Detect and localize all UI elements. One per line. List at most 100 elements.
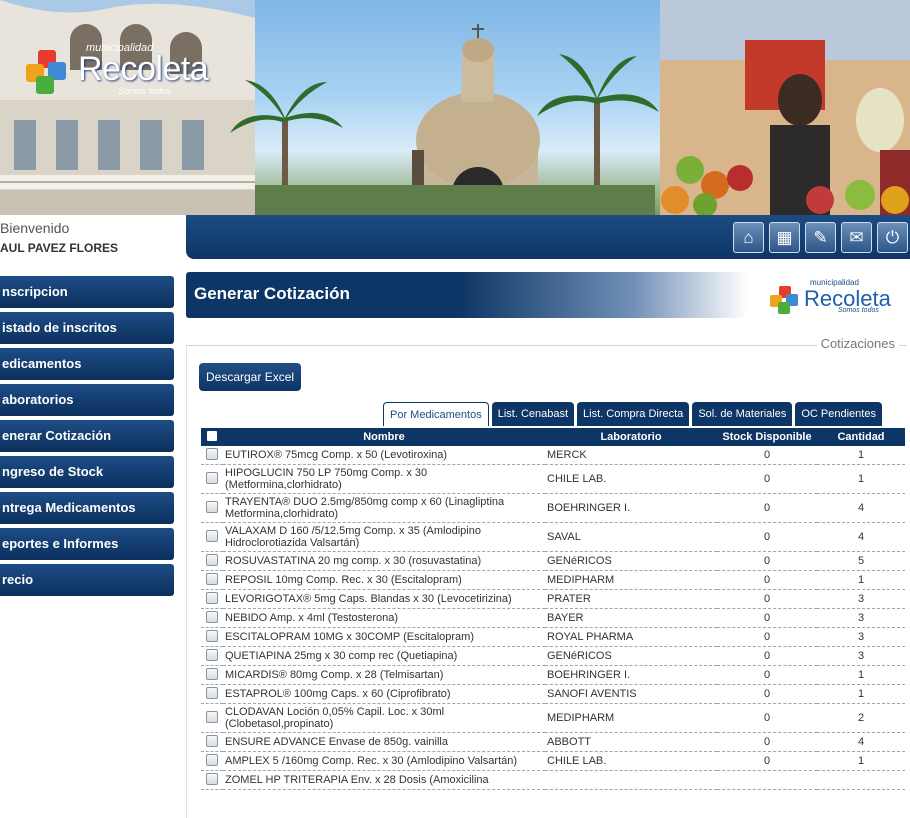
row-select-cell xyxy=(201,551,223,571)
cell-nombre: AMPLEX 5 /160mg Comp. Rec. x 30 (Amlodip… xyxy=(223,751,545,771)
row-select-cell xyxy=(201,751,223,771)
table-row: AMPLEX 5 /160mg Comp. Rec. x 30 (Amlodip… xyxy=(201,751,905,771)
cell-laboratorio: GENéRICOS xyxy=(545,646,717,666)
table-row: EUTIROX® 75mcg Comp. x 50 (Levotiroxina)… xyxy=(201,446,905,465)
cell-laboratorio: CHILE LAB. xyxy=(545,751,717,771)
row-select-cell xyxy=(201,464,223,494)
welcome-text: Bienvenido xyxy=(0,220,70,236)
cell-stock: 0 xyxy=(717,646,817,666)
row-checkbox[interactable] xyxy=(206,710,218,723)
sitemap-icon[interactable]: ▦ xyxy=(769,222,800,253)
row-select-cell xyxy=(201,493,223,523)
row-select-cell xyxy=(201,570,223,590)
cell-cantidad: 3 xyxy=(817,589,905,609)
cell-laboratorio: CHILE LAB. xyxy=(545,464,717,494)
column-header-laboratorio[interactable]: Laboratorio xyxy=(545,428,717,446)
row-select-cell xyxy=(201,627,223,647)
cell-stock: 0 xyxy=(717,551,817,571)
row-select-cell xyxy=(201,522,223,552)
row-checkbox[interactable] xyxy=(206,648,218,661)
tab-list-cenabast[interactable]: List. Cenabast xyxy=(491,402,575,426)
cotizaciones-panel: Cotizaciones Descargar Excel Por Medicam… xyxy=(186,336,907,818)
cell-cantidad: 1 xyxy=(817,684,905,704)
tab-list-compra-directa[interactable]: List. Compra Directa xyxy=(577,402,690,426)
page-title: Generar Cotización xyxy=(194,284,350,303)
sidebar-item-medicamentos[interactable]: edicamentos xyxy=(0,348,174,380)
row-checkbox[interactable] xyxy=(206,667,218,680)
banner-photo-collage xyxy=(0,0,910,215)
row-select-cell xyxy=(201,703,223,733)
cell-nombre: LEVORIGOTAX® 5mg Caps. Blandas x 30 (Lev… xyxy=(223,589,545,609)
mail-icon[interactable]: ✉ xyxy=(841,222,872,253)
sidebar-item-generar-cotizacion[interactable]: enerar Cotización xyxy=(0,420,174,452)
row-select-cell xyxy=(201,646,223,666)
row-checkbox[interactable] xyxy=(206,610,218,623)
tab-oc-pendientes[interactable]: OC Pendientes xyxy=(795,402,882,426)
logo-cubes-icon xyxy=(26,50,70,94)
cell-laboratorio: PRATER xyxy=(545,589,717,609)
cell-cantidad: 1 xyxy=(817,751,905,771)
select-all-header xyxy=(201,428,223,446)
cell-cantidad: 3 xyxy=(817,646,905,666)
column-header-stock[interactable]: Stock Disponible xyxy=(717,428,817,446)
home-icon[interactable]: ⌂ xyxy=(733,222,764,253)
row-checkbox[interactable] xyxy=(206,772,218,785)
cell-laboratorio: SAVAL xyxy=(545,522,717,552)
row-checkbox[interactable] xyxy=(206,753,218,766)
cell-stock: 0 xyxy=(717,493,817,523)
logo-cubes-icon xyxy=(770,286,800,314)
row-checkbox[interactable] xyxy=(206,686,218,699)
sidebar-item-entrega-medicamentos[interactable]: ntrega Medicamentos xyxy=(0,492,174,524)
user-name: AUL PAVEZ FLORES xyxy=(0,241,119,255)
column-header-nombre[interactable]: Nombre xyxy=(223,428,545,446)
sidebar-item-laboratorios[interactable]: aboratorios xyxy=(0,384,174,416)
select-all-checkbox[interactable] xyxy=(207,430,217,441)
cell-nombre: QUETIAPINA 25mg x 30 comp rec (Quetiapin… xyxy=(223,646,545,666)
sidebar-item-inscripcion[interactable]: nscripcion xyxy=(0,276,174,308)
cell-stock: 0 xyxy=(717,684,817,704)
row-checkbox[interactable] xyxy=(206,529,218,542)
cell-nombre: ESCITALOPRAM 10MG x 30COMP (Escitalopram… xyxy=(223,627,545,647)
recoleta-logo[interactable]: municipalidad Recoleta Somos todos xyxy=(22,38,209,100)
cell-cantidad: 1 xyxy=(817,446,905,465)
sidebar-item-listado-inscritos[interactable]: istado de inscritos xyxy=(0,312,174,344)
table-row: HIPOGLUCIN 750 LP 750mg Comp. x 30 (Metf… xyxy=(201,464,905,494)
table-row: QUETIAPINA 25mg x 30 comp rec (Quetiapin… xyxy=(201,646,905,666)
row-checkbox[interactable] xyxy=(206,471,218,484)
tab-por-medicamentos[interactable]: Por Medicamentos xyxy=(383,402,489,426)
sidebar-item-reportes-informes[interactable]: eportes e Informes xyxy=(0,528,174,560)
column-header-cantidad[interactable]: Cantidad xyxy=(817,428,905,446)
cell-laboratorio: SANOFI AVENTIS xyxy=(545,684,717,704)
logo-tagline: Somos todos xyxy=(838,307,879,314)
sidebar-item-precio[interactable]: recio xyxy=(0,564,174,596)
row-checkbox[interactable] xyxy=(206,553,218,566)
cell-nombre: EUTIROX® 75mcg Comp. x 50 (Levotiroxina) xyxy=(223,446,545,465)
cell-nombre: VALAXAM D 160 /5/12.5mg Comp. x 35 (Amlo… xyxy=(223,522,545,552)
table-row: LEVORIGOTAX® 5mg Caps. Blandas x 30 (Lev… xyxy=(201,589,905,609)
cell-cantidad: 1 xyxy=(817,464,905,494)
row-checkbox[interactable] xyxy=(206,572,218,585)
table-row: REPOSIL 10mg Comp. Rec. x 30 (Escitalopr… xyxy=(201,570,905,590)
row-checkbox[interactable] xyxy=(206,447,218,460)
cell-laboratorio: ROYAL PHARMA xyxy=(545,627,717,647)
cell-laboratorio: BAYER xyxy=(545,608,717,628)
table-row: ESTAPROL® 100mg Caps. x 60 (Ciprofibrato… xyxy=(201,684,905,704)
power-icon[interactable]: ⏻ xyxy=(877,222,908,253)
cell-stock: 0 xyxy=(717,522,817,552)
row-checkbox[interactable] xyxy=(206,734,218,747)
sidebar-item-ingreso-stock[interactable]: ngreso de Stock xyxy=(0,456,174,488)
cell-nombre: ZOMEL HP TRITERAPIA Env. x 28 Dosis (Amo… xyxy=(223,770,545,790)
row-select-cell xyxy=(201,446,223,465)
row-select-cell xyxy=(201,732,223,752)
section-legend: Cotizaciones xyxy=(816,336,899,351)
row-checkbox[interactable] xyxy=(206,500,218,513)
row-checkbox[interactable] xyxy=(206,629,218,642)
medicamentos-table: Nombre Laboratorio Stock Disponible Cant… xyxy=(201,428,905,790)
table-row: ESCITALOPRAM 10MG x 30COMP (Escitalopram… xyxy=(201,627,905,647)
cell-laboratorio: MERCK xyxy=(545,446,717,465)
row-checkbox[interactable] xyxy=(206,591,218,604)
tab-sol-materiales[interactable]: Sol. de Materiales xyxy=(692,402,793,426)
download-excel-button[interactable]: Descargar Excel xyxy=(199,363,302,391)
row-select-cell xyxy=(201,589,223,609)
pencil-icon[interactable]: ✎ xyxy=(805,222,836,253)
